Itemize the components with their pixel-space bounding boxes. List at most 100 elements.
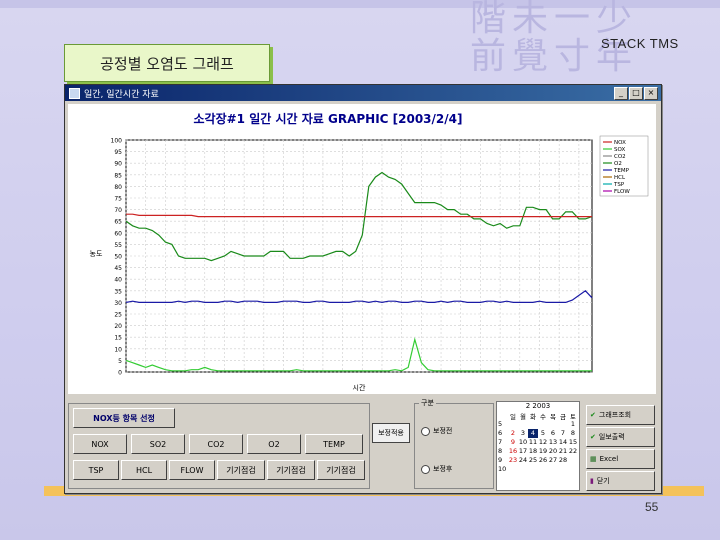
- calendar-day[interactable]: 26: [538, 456, 548, 465]
- calendar-day[interactable]: 8: [568, 429, 578, 438]
- calendar-day[interactable]: 6: [548, 429, 558, 438]
- query-graph-button[interactable]: ✔ 그래프조회: [586, 405, 655, 425]
- control-panel: NOX등 항목 선정 NOX SO2 CO2 O2 TEMP TSP HCL F…: [68, 398, 656, 491]
- weekday-5: 금: [560, 413, 566, 421]
- y-tick-label: 25: [114, 312, 122, 319]
- btn-flow[interactable]: FLOW: [169, 460, 215, 480]
- btn-tsp[interactable]: TSP: [73, 460, 119, 480]
- btn-check-1[interactable]: 기기점검: [217, 460, 265, 480]
- y-tick-label: 5: [118, 358, 122, 365]
- y-tick-label: 70: [114, 207, 122, 214]
- y-tick-label: 45: [114, 265, 122, 272]
- week-number: 8: [498, 447, 503, 455]
- x-axis-label: 시간: [353, 383, 366, 392]
- radio-dot[interactable]: [421, 464, 430, 474]
- y-tick-label: 40: [114, 277, 122, 284]
- calendar-day: [538, 420, 548, 429]
- y-tick-label: 55: [114, 242, 122, 249]
- radio-after[interactable]: 보정후: [421, 464, 452, 474]
- btn-check-3[interactable]: 기기점검: [317, 460, 365, 480]
- calendar-day[interactable]: 18: [528, 447, 538, 456]
- app-window: 일간, 일간시간 자료 _ □ × 소각장#1 일간 시간 자료 GRAPHIC…: [64, 84, 662, 494]
- calendar-day[interactable]: 21: [558, 447, 568, 456]
- radio-dot[interactable]: [421, 426, 430, 436]
- calendar-day[interactable]: 10: [518, 438, 528, 447]
- calendar-day[interactable]: 3: [518, 429, 528, 438]
- correction-toggle[interactable]: 보정적용: [372, 423, 410, 443]
- excel-button[interactable]: ▦ Excel: [586, 449, 655, 469]
- btn-temp[interactable]: TEMP: [305, 434, 363, 454]
- calendar-day[interactable]: 25: [528, 456, 538, 465]
- btn-check-2[interactable]: 기기점검: [267, 460, 315, 480]
- calendar-day[interactable]: 11: [528, 438, 538, 447]
- btn-nox[interactable]: NOX: [73, 434, 127, 454]
- legend-label: SOX: [614, 147, 625, 153]
- calendar-day[interactable]: 1: [568, 420, 578, 429]
- calendar-day[interactable]: 5: [538, 429, 548, 438]
- close-form-button[interactable]: ▮ 닫기: [586, 471, 655, 491]
- calendar-day[interactable]: 28: [558, 456, 568, 465]
- calendar-day[interactable]: 24: [518, 456, 528, 465]
- legend-label: NOX: [614, 140, 626, 146]
- btn-o2[interactable]: O2: [247, 434, 301, 454]
- radio-before[interactable]: 보정전: [421, 426, 452, 436]
- calendar-day[interactable]: 9: [508, 438, 518, 447]
- line-chart: 0 5 10 15 20 25 30 35 40 45 50 55 60 65 70 75 80 85 90 95 10…: [90, 135, 649, 392]
- calendar-day[interactable]: 14: [558, 438, 568, 447]
- calendar-day[interactable]: 4: [528, 429, 538, 438]
- weekday-1: 월: [520, 413, 526, 421]
- y-tick-label: 30: [114, 300, 122, 307]
- close-form-label: 닫기: [596, 477, 610, 485]
- calendar-day[interactable]: 7: [558, 429, 568, 438]
- query-graph-label: 그래프조회: [598, 411, 632, 419]
- calendar-day[interactable]: 17: [518, 447, 528, 456]
- y-tick-label: 80: [114, 184, 122, 191]
- calendar-days[interactable]: 1 2 3 4 5 6 7 8 9 10 11 12 13 14 15 16 17 18 19 20 21 22 23 24 2…: [497, 420, 579, 465]
- weekday-2: 화: [530, 413, 536, 421]
- y-tick-label: 35: [114, 288, 122, 295]
- y-tick-label: 0: [118, 370, 122, 377]
- calendar-day: [528, 420, 538, 429]
- calendar-day[interactable]: 19: [538, 447, 548, 456]
- calendar-day[interactable]: 15: [568, 438, 578, 447]
- check-icon: ✔: [590, 411, 596, 419]
- y-tick-label: 65: [114, 219, 122, 226]
- calendar-day[interactable]: 13: [548, 438, 558, 447]
- calendar-day: [568, 456, 578, 465]
- calendar-day[interactable]: 20: [548, 447, 558, 456]
- calendar-day[interactable]: 16: [508, 447, 518, 456]
- radio-before-label: 보정전: [433, 427, 453, 435]
- y-tick-label: 90: [114, 161, 122, 168]
- print-report-button[interactable]: ✔ 일보출력: [586, 427, 655, 447]
- chart-panel: 소각장#1 일간 시간 자료 GRAPHIC [2003/2/4] 0 5 10 15…: [68, 104, 656, 394]
- legend-label: O2: [614, 161, 622, 167]
- item-select-button[interactable]: NOX등 항목 선정: [73, 408, 175, 428]
- y-tick-label: 100: [111, 138, 123, 145]
- weekday-0: 일: [510, 413, 516, 421]
- btn-so2[interactable]: SO2: [131, 434, 185, 454]
- page-number: 55: [645, 500, 659, 514]
- week-number: 10: [498, 465, 507, 473]
- window-titlebar: 일간, 일간시간 자료 _ □ ×: [65, 85, 661, 101]
- excel-icon: ▦: [590, 455, 597, 463]
- legend-label: TEMP: [613, 168, 630, 174]
- calendar-day[interactable]: 23: [508, 456, 518, 465]
- calendar[interactable]: 2 2003 일월화수목금토 5 6 7 8 9 10 1 2 3 4 5 6 7 8 9 10 11 12 13…: [496, 401, 580, 491]
- btn-hcl[interactable]: HCL: [121, 460, 167, 480]
- slide-title: 공정별 오염도 그래프: [64, 44, 270, 82]
- y-tick-label: 85: [114, 172, 122, 179]
- calendar-title: 2 2003: [525, 402, 551, 410]
- calendar-day[interactable]: 12: [538, 438, 548, 447]
- week-number: 9: [498, 456, 503, 464]
- close-button[interactable]: ×: [644, 87, 658, 100]
- minimize-button[interactable]: _: [614, 87, 628, 100]
- y-tick-label: 95: [114, 149, 122, 156]
- check-icon: ✔: [590, 433, 596, 441]
- week-number: 6: [498, 429, 503, 437]
- calendar-day[interactable]: 22: [568, 447, 578, 456]
- calendar-day[interactable]: 27: [548, 456, 558, 465]
- calendar-day[interactable]: 2: [508, 429, 518, 438]
- print-report-label: 일보출력: [598, 433, 625, 441]
- maximize-button[interactable]: □: [629, 87, 643, 100]
- btn-co2[interactable]: CO2: [189, 434, 243, 454]
